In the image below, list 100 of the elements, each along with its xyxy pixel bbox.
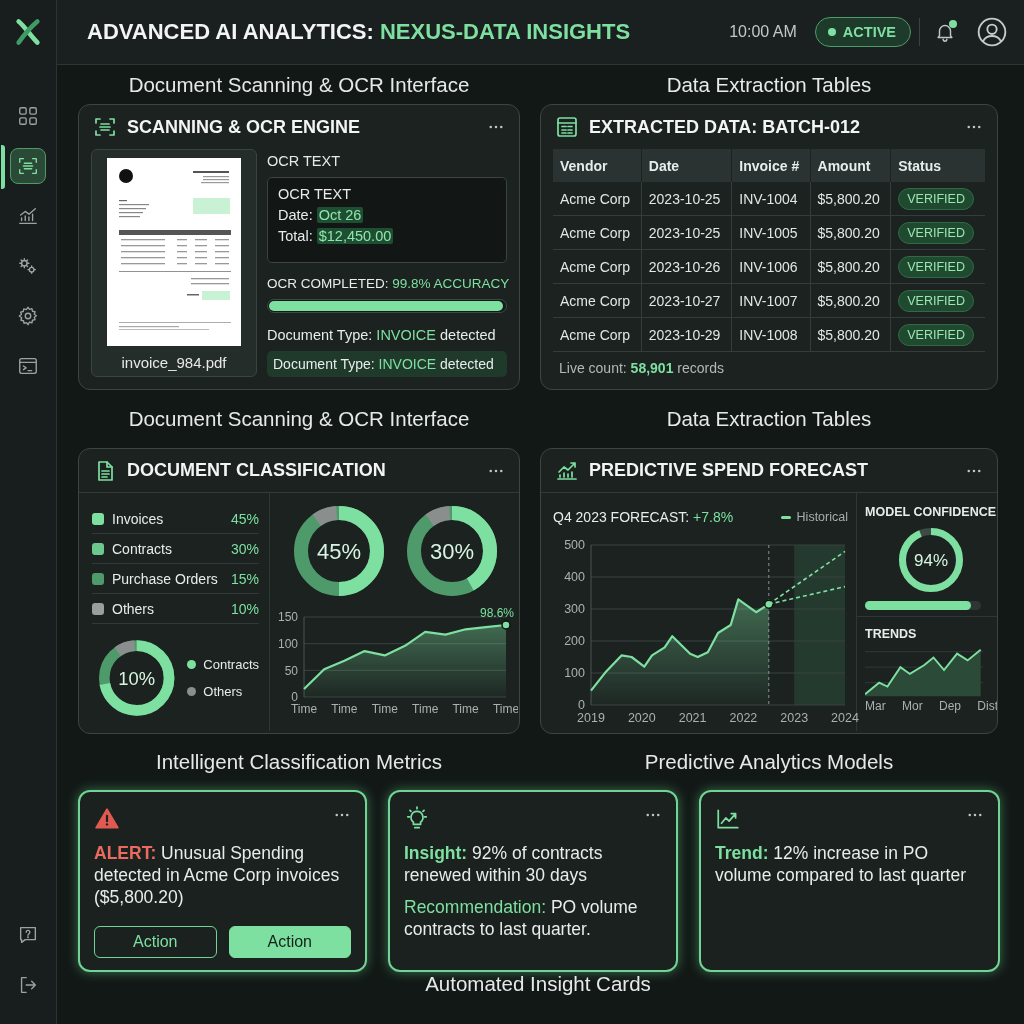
axis-label: 200 (564, 634, 585, 649)
forecast-headline: Q4 2023 FORECAST: +7.8% (553, 509, 734, 525)
column-header: Amount (810, 149, 891, 182)
axis-label: 2021 (678, 710, 707, 725)
axis-label: 2020 (627, 710, 656, 725)
page-title: ADVANCED AI ANALYTICS: NEXUS-DATA INSIGHTS (87, 19, 631, 45)
axis-label: Mor (902, 699, 923, 713)
table-cell: INV-1008 (731, 317, 811, 352)
table-cell: 2023-10-25 (641, 182, 732, 216)
panel-title: SCANNING & OCR ENGINE (127, 116, 360, 138)
axis-label: 150 (277, 610, 298, 625)
table-cell: Acme Corp (553, 182, 642, 216)
table-cell: $5,800.20 (810, 215, 891, 250)
table-cell: 2023-10-29 (641, 317, 732, 352)
axis-label: 50 (284, 663, 298, 678)
axis-label: Time (290, 702, 318, 715)
table-cell: Acme Corp (553, 215, 642, 250)
section-caption: Predictive Analytics Models (644, 750, 894, 774)
legend-label: Contracts (112, 540, 172, 557)
table-cell: INV-1006 (731, 249, 811, 284)
insight-text: Recommendation: PO volume contracts to last quarter. (404, 896, 639, 940)
axis-label: Mar (865, 699, 886, 713)
axis-label: 2022 (729, 710, 758, 725)
axis-label: Time (412, 702, 439, 715)
document-type-badge: Document Type: INVOICE detected (267, 351, 507, 377)
section-caption: Document Scanning & OCR Interface (128, 72, 470, 97)
status-badge: VERIFIED (898, 187, 974, 210)
column-header: Status (890, 149, 985, 182)
panel-title: PREDICTIVE SPEND FORECAST (589, 460, 869, 481)
axis-label: 500 (564, 538, 585, 553)
axis-label: 300 (564, 602, 585, 617)
table-cell: Acme Corp (553, 317, 642, 352)
table-cell: INV-1005 (731, 215, 811, 250)
section-caption: Data Extraction Tables (666, 72, 872, 97)
axis-label: Dist (977, 699, 997, 713)
legend-label: Others (203, 684, 243, 699)
donut-value: 94% (913, 551, 948, 571)
axis-label: 2024 (831, 710, 859, 725)
section-caption: Intelligent Classification Metrics (156, 750, 442, 774)
column-header: Date (641, 149, 732, 182)
value-label: 98.6% (479, 606, 514, 620)
panel-title: EXTRACTED DATA: BATCH-012 (589, 116, 860, 138)
legend-label: Historical (796, 510, 848, 524)
column-header: Vendor (553, 149, 642, 182)
table-cell: 2023-10-26 (641, 249, 732, 284)
status-badge: VERIFIED (898, 289, 974, 312)
status-badge: ACTIVE (814, 17, 911, 47)
legend-label: Contracts (203, 657, 259, 672)
table-cell: $5,800.20 (810, 182, 891, 216)
table-cell: INV-1004 (731, 182, 811, 216)
legend-value: 45% (230, 510, 259, 527)
legend-value: 15% (230, 570, 259, 587)
status-badge: VERIFIED (898, 255, 974, 278)
axis-label: 400 (564, 570, 585, 585)
legend-value: 30% (230, 540, 259, 557)
ocr-line: Total: $12,450.00 (278, 227, 394, 246)
axis-label: 2023 (780, 710, 809, 725)
legend-label: Invoices (112, 510, 164, 527)
axis-label: Time (331, 702, 358, 715)
section-caption: Document Scanning & OCR Interface (128, 407, 470, 431)
clock-time: 10:00 AM (729, 23, 797, 41)
axis-label: 100 (277, 636, 298, 651)
axis-label: 2019 (577, 710, 605, 725)
axis-label: Time (371, 702, 398, 715)
table-cell: $5,800.20 (810, 317, 891, 352)
donut-value: 10% (118, 667, 156, 689)
ocr-line: Date: Oct 26 (278, 206, 364, 225)
column-header: Invoice # (731, 149, 811, 182)
table-cell: INV-1007 (731, 283, 811, 318)
donut-value: 30% (430, 538, 475, 564)
legend-value: 10% (230, 600, 259, 617)
record-count: Live count: 58,901 records (558, 359, 725, 378)
confidence-label: MODEL CONFIDENCE (865, 505, 997, 519)
ocr-heading: OCR TEXT (278, 185, 352, 204)
donut-value: 45% (316, 538, 361, 564)
document-type-text: Document Type: INVOICE detected (267, 327, 497, 343)
ocr-label: OCR TEXT (267, 153, 342, 169)
axis-label: Dep (939, 699, 961, 713)
insight-text: ALERT: Unusual Spending detected in Acme Corp invoices ($5,800.20) (94, 842, 341, 908)
section-caption: Data Extraction Tables (666, 407, 872, 431)
progress-label: OCR COMPLETED: 99.8% ACCURACY (267, 275, 507, 292)
table-cell: $5,800.20 (810, 249, 891, 284)
axis-label: 0 (578, 698, 585, 713)
insight-text: Insight: 92% of contracts renewed within 30 days (404, 842, 604, 886)
table-cell: 2023-10-25 (641, 215, 732, 250)
table-cell: 2023-10-27 (641, 283, 732, 318)
table-cell: Acme Corp (553, 249, 642, 284)
file-name: invoice_984.pdf (121, 354, 227, 371)
axis-label: Time (452, 702, 479, 715)
section-caption: Automated Insight Cards (425, 972, 651, 996)
axis-label: 100 (564, 666, 585, 681)
insight-text: Trend: 12% increase in PO volume compared to last quarter (715, 842, 967, 886)
axis-label: Time (492, 702, 518, 715)
legend-label: Purchase Orders (112, 570, 218, 587)
axis-label: 0 (291, 690, 298, 705)
trends-title: TRENDS (864, 626, 918, 643)
panel-title: DOCUMENT CLASSIFICATION (127, 460, 386, 481)
table-cell: $5,800.20 (810, 283, 891, 318)
status-badge: VERIFIED (898, 323, 974, 346)
legend-label: Others (112, 600, 154, 617)
